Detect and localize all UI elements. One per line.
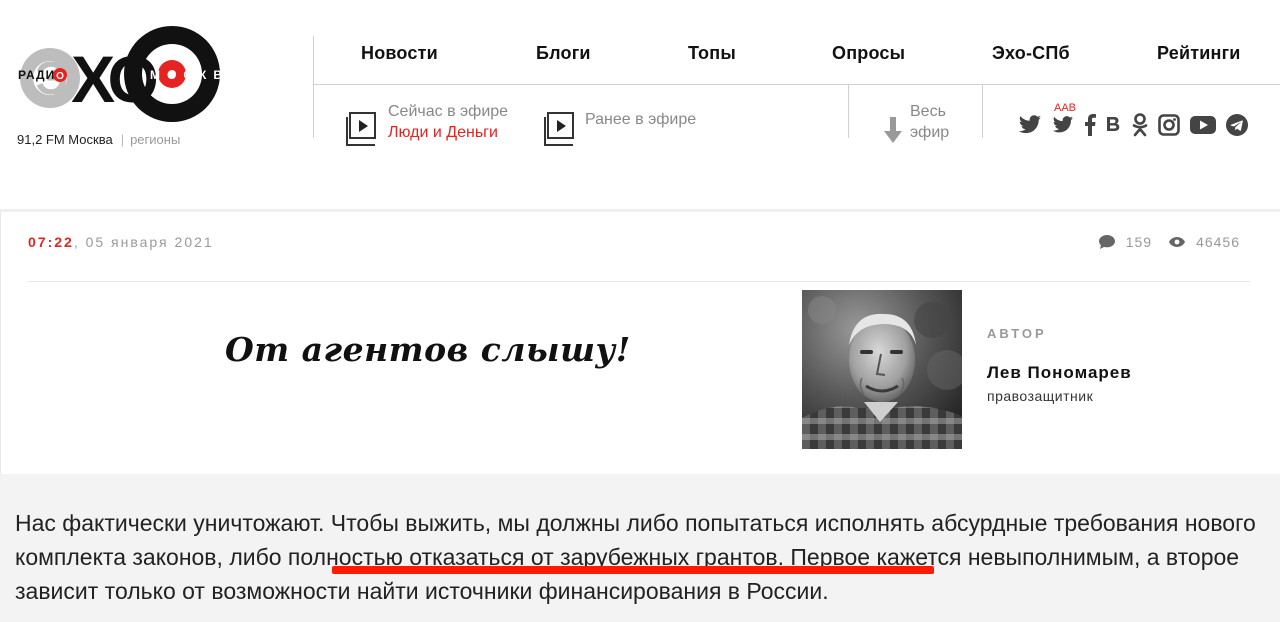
article-date: , 05 января 2021 [73, 234, 214, 250]
quote-text: Нас фактически уничтожают. Чтобы выжить,… [15, 506, 1270, 608]
article-title: От агентов слышу! [225, 330, 631, 369]
views-count: 46456 [1196, 234, 1240, 250]
section-separator [0, 474, 1280, 486]
card-divider [28, 281, 1250, 282]
on-air-label: Сейчас в эфире [388, 103, 509, 120]
svg-text:О: О [56, 71, 64, 82]
author-name[interactable]: Лев Пономарев [987, 363, 1132, 383]
odnoklassniki-icon[interactable] [1132, 112, 1148, 138]
all-air-line2: эфир [910, 124, 950, 141]
twitter-icon[interactable] [1018, 112, 1042, 138]
vk-icon[interactable] [1106, 112, 1122, 138]
comment-count[interactable]: 159 [1126, 234, 1152, 250]
nav-polls[interactable]: Опросы [832, 43, 905, 64]
header-divider-vertical [313, 36, 314, 138]
earlier-on-air-widget[interactable]: Ранее в эфире [544, 101, 696, 146]
comment-icon[interactable] [1098, 234, 1116, 250]
social-links [1018, 112, 1258, 138]
facebook-icon[interactable] [1084, 112, 1096, 138]
svg-text:ХО: ХО [71, 42, 156, 116]
svg-text:МОСКВЫ: МОСКВЫ [150, 68, 248, 82]
quote-highlight-underline [332, 566, 934, 574]
earlier-on-air-label[interactable]: Ранее в эфире [585, 111, 696, 139]
all-air-line1: Весь [910, 103, 946, 120]
download-arrow-icon [884, 117, 902, 143]
svg-text:РАДИ: РАДИ [18, 68, 55, 82]
youtube-icon[interactable] [1190, 112, 1216, 138]
frequency-line: 91,2 FM Москва | регионы [17, 132, 180, 147]
nav-tops[interactable]: Топы [688, 43, 736, 64]
divider-vertical [848, 84, 849, 138]
telegram-icon[interactable] [1226, 112, 1248, 138]
article-card [0, 212, 1280, 474]
nav-echo-spb[interactable]: Эхо-СПб [992, 43, 1070, 64]
play-icon[interactable] [346, 112, 376, 146]
nav-blogs[interactable]: Блоги [536, 43, 591, 64]
divider-vertical [982, 84, 983, 138]
author-photo[interactable] [802, 290, 962, 449]
frequency-text: 91,2 FM Москва [17, 132, 113, 147]
author-role: правозащитник [987, 388, 1094, 404]
author-label: АВТОР [987, 326, 1047, 341]
header-divider-horizontal [313, 84, 1280, 85]
regions-link[interactable]: регионы [130, 132, 180, 147]
views-eye-icon [1169, 237, 1186, 247]
on-air-widget[interactable]: Сейчас в эфире Люди и Деньги [346, 101, 509, 146]
article-datetime: 07:22, 05 января 2021 [28, 234, 214, 250]
frequency-separator: | [120, 132, 125, 147]
nav-ratings[interactable]: Рейтинги [1157, 43, 1241, 64]
twitter-aab-icon[interactable] [1052, 112, 1074, 138]
all-air-link[interactable]: Весь эфир [884, 101, 949, 155]
article-stats: 159 46456 [1098, 234, 1240, 250]
instagram-icon[interactable] [1158, 112, 1180, 138]
echo-logo[interactable]: Э ХО РАДИ О МОСКВЫ [14, 24, 259, 126]
article-time: 07:22 [28, 234, 74, 250]
on-air-program[interactable]: Люди и Деньги [388, 122, 508, 143]
nav-news[interactable]: Новости [361, 43, 438, 64]
play-icon[interactable] [544, 112, 574, 146]
